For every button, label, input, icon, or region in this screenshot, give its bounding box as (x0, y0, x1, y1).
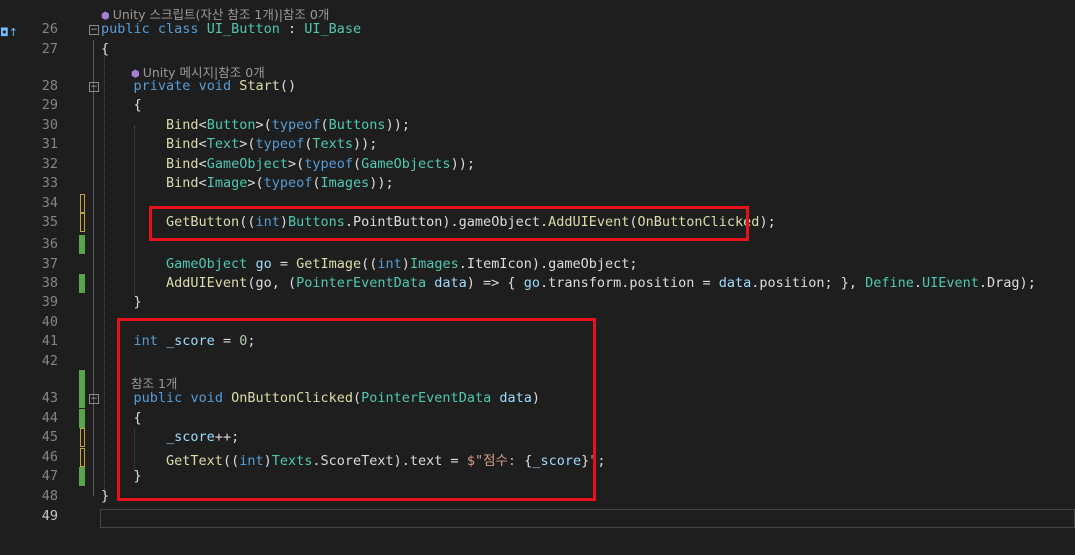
code-text: { (101, 41, 110, 57)
line-number: 44 (41, 410, 58, 426)
added-marker (79, 389, 85, 408)
highlight-box-onbuttonclicked (117, 318, 596, 501)
code-line[interactable]: 28 − private void Start() (0, 77, 1075, 97)
highlight-box-getbutton (149, 206, 749, 241)
code-lens-row: ⬢ Unity 메시지|참조 0개 (0, 59, 1075, 80)
line-number: 39 (41, 294, 58, 310)
code-line[interactable]: 32 Bind<GameObject>(typeof(GameObjects))… (0, 155, 1075, 175)
line-number: 40 (41, 314, 58, 330)
code-text: GameObject go = GetImage((int)Images.Ite… (166, 256, 638, 272)
added-marker (79, 235, 85, 254)
code-line[interactable]: 39 } (0, 293, 1075, 313)
fold-collapse-icon[interactable]: − (89, 82, 99, 92)
line-number: 26 (41, 21, 58, 37)
line-number: 42 (41, 353, 58, 369)
line-number: 38 (41, 275, 58, 291)
line-number: 45 (41, 429, 58, 445)
line-number: 41 (41, 333, 58, 349)
line-number: 30 (41, 117, 58, 133)
code-text: private void Start() (133, 78, 297, 94)
line-number: 32 (41, 156, 58, 172)
line-number: 35 (41, 214, 58, 230)
line-number: 46 (41, 449, 58, 465)
code-text: { (101, 97, 142, 113)
added-marker (79, 370, 85, 389)
code-text: Bind<Text>(typeof(Texts)); (166, 136, 378, 152)
line-number: 48 (41, 488, 58, 504)
code-text: Bind<GameObject>(typeof(GameObjects)); (166, 156, 475, 172)
fold-collapse-icon[interactable]: − (89, 394, 99, 404)
code-line[interactable]: 31 Bind<Text>(typeof(Texts)); (0, 135, 1075, 155)
modified-marker (80, 213, 85, 232)
line-number: 28 (41, 78, 58, 94)
code-line[interactable]: 38 AddUIEvent(go, (PointerEventData data… (0, 274, 1075, 294)
code-text: Bind<Button>(typeof(Buttons)); (166, 117, 410, 133)
line-number: 37 (41, 256, 58, 272)
line-number: 47 (41, 468, 58, 484)
line-number: 34 (41, 195, 58, 211)
code-line[interactable]: 27 { (0, 40, 1075, 60)
code-text: AddUIEvent(go, (PointerEventData data) =… (166, 275, 1036, 291)
code-line[interactable]: 29 { (0, 96, 1075, 116)
line-number: 33 (41, 175, 58, 191)
code-lens-row: ⬢ Unity 스크립트(자산 참조 1개)|참조 0개 (0, 1, 1075, 22)
modified-marker (80, 194, 85, 213)
added-marker (79, 274, 85, 293)
code-line[interactable]: 49 (0, 507, 1075, 527)
code-editor[interactable]: ◘↑ ⬢ Unity 스크립트(자산 참조 1개)|참조 0개 26 − publ… (0, 0, 1075, 555)
fold-collapse-icon[interactable]: − (89, 25, 99, 35)
line-number: 29 (41, 97, 58, 113)
line-number: 49 (41, 508, 58, 524)
code-line[interactable]: 30 Bind<Button>(typeof(Buttons)); (0, 116, 1075, 136)
modified-marker (80, 448, 85, 467)
added-marker (79, 467, 85, 486)
code-line[interactable]: 37 GameObject go = GetImage((int)Images.… (0, 255, 1075, 275)
added-marker (79, 409, 85, 428)
line-number: 31 (41, 136, 58, 152)
modified-marker (80, 428, 85, 447)
line-number: 43 (41, 390, 58, 406)
code-text: public class UI_Button : UI_Base (101, 21, 362, 37)
code-text: Bind<Image>(typeof(Images)); (166, 175, 394, 191)
code-text: } (101, 488, 110, 504)
code-line[interactable]: 33 Bind<Image>(typeof(Images)); (0, 174, 1075, 194)
code-line[interactable]: 26 − public class UI_Button : UI_Base (0, 20, 1075, 40)
line-number: 27 (41, 41, 58, 57)
code-text: } (101, 294, 142, 310)
line-number: 36 (41, 236, 58, 252)
